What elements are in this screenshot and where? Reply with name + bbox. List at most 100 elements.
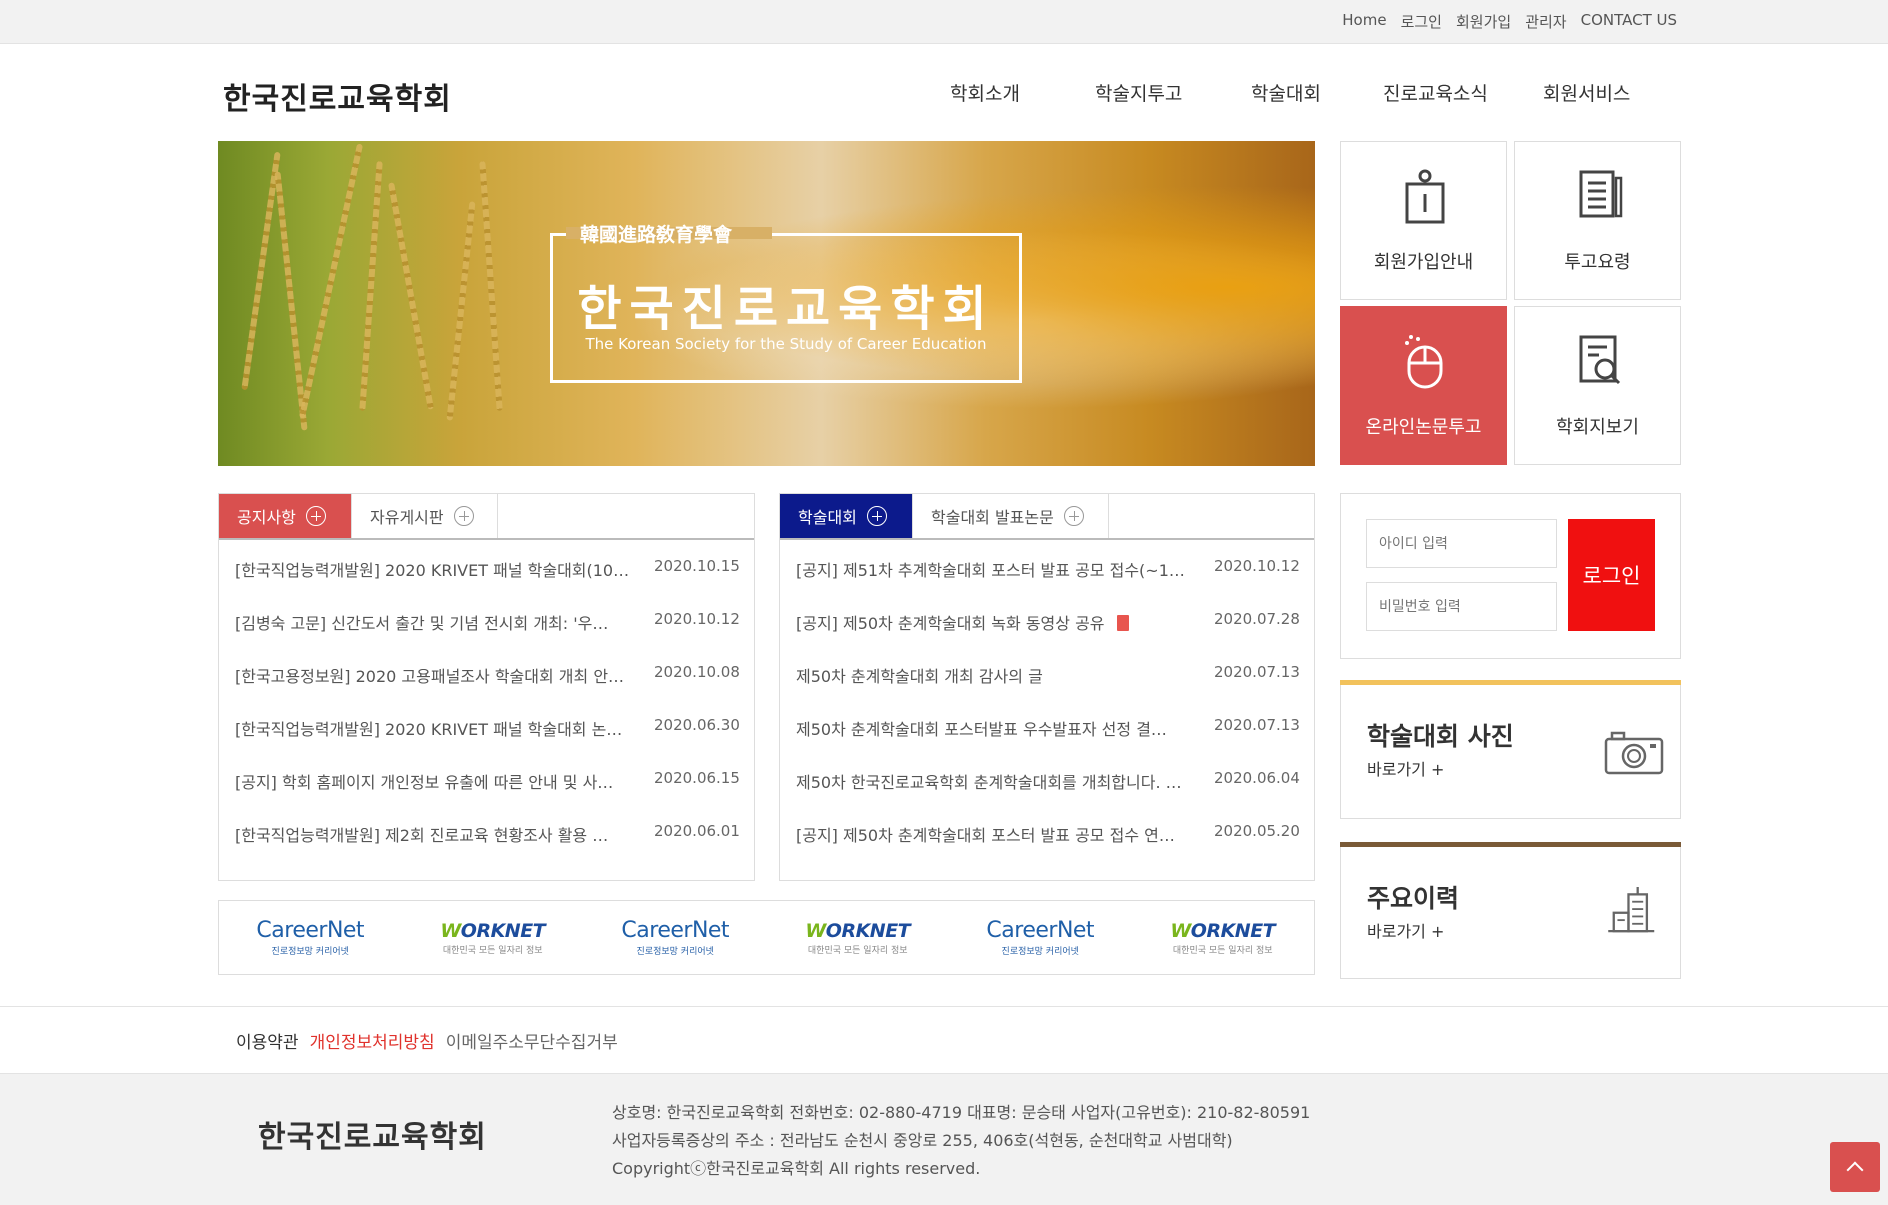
tab-label: 학술대회 [798,508,857,527]
mouse-icon [1405,335,1443,389]
accent-bar [1340,842,1681,847]
post-date: 2020.06.15 [654,769,740,787]
list-item[interactable]: 제50차 춘계학술대회 포스터발표 우수발표자 선정 결… 2020.07.13 [780,716,1314,769]
partner-banner-strip: CareerNet 진로정보망 커리어넷 WORKNET 대한민국 모든 일자리 정… [218,900,1315,975]
top-utility-bar: Home 로그인 회원가입 관리자 CONTACT US [0,0,1888,44]
partner-logo-worknet[interactable]: WORKNET 대한민국 모든 일자리 정보 [433,920,553,956]
list-item[interactable]: [한국직업능력개발원] 2020 KRIVET 패널 학술대회(10… 2020.… [219,557,754,610]
rice-stalk-decoration [359,161,383,411]
plus-circle-icon[interactable] [453,506,474,526]
link-email-refusal[interactable]: 이메일주소무단수집거부 [446,1028,618,1053]
tile-online-submission[interactable]: 온라인논문투고 [1340,306,1507,465]
building-icon [1608,887,1655,933]
site-logo[interactable]: 한국진로교육학회 [223,74,452,118]
person-info-icon [1405,169,1445,224]
tile-view-journal[interactable]: 학회지보기 [1514,306,1681,465]
list-item[interactable]: [한국고용정보원] 2020 고용패널조사 학술대회 개최 안… 2020.10.… [219,663,754,716]
partner-subtitle: 대한민국 모든 일자리 정보 [1172,945,1273,956]
post-date: 2020.10.12 [1214,557,1300,575]
list-item[interactable]: [김병숙 고문] 신간도서 출간 및 기념 전시회 개최: '우… 2020.10… [219,610,754,663]
list-item[interactable]: [공지] 제51차 추계학술대회 포스터 발표 공모 접수(~1… 2020.10… [780,557,1314,610]
post-title[interactable]: [공지] 제50차 춘계학술대회 포스터 발표 공모 접수 연… [780,822,1208,875]
post-title[interactable]: [공지] 학회 홈페이지 개인정보 유출에 따른 안내 및 사… [219,769,648,822]
shortcut-link[interactable]: 바로가기 + [1367,756,1444,780]
list-item[interactable]: [공지] 제50차 춘계학술대회 포스터 발표 공모 접수 연… 2020.05.… [780,822,1314,875]
partner-logo-worknet[interactable]: WORKNET 대한민국 모든 일자리 정보 [1163,920,1283,956]
tab-free-board[interactable]: 자유게시판 [352,494,498,538]
nav-item-about[interactable]: 학회소개 [950,79,1095,106]
notice-list: [한국직업능력개발원] 2020 KRIVET 패널 학술대회(10… 2020.… [219,557,754,875]
partner-subtitle: 진로정보망 커리어넷 [1001,947,1079,957]
conference-board-tabs: 학술대회 학술대회 발표논문 [780,494,1314,540]
util-link-home[interactable]: Home [1342,11,1386,32]
util-link-login[interactable]: 로그인 [1401,11,1442,32]
footer: 한국진로교육학회 상호명: 한국진로교육학회 전화번호: 02-880-4719… [0,1074,1888,1205]
shortcut-title: 주요이력 [1367,884,1460,913]
footer-logo: 한국진로교육학회 [258,1120,487,1155]
banner-title: 한국진로교육학회 [577,281,995,337]
shortcut-link[interactable]: 바로가기 + [1367,918,1444,942]
tab-notices[interactable]: 공지사항 [219,494,352,538]
nav-item-member-service[interactable]: 회원서비스 [1543,79,1653,106]
post-title[interactable]: [한국직업능력개발원] 2020 KRIVET 패널 학술대회(10… [219,557,648,610]
list-item[interactable]: 제50차 한국진로교육학회 춘계학술대회를 개최합니다. … 2020.06.04 [780,769,1314,822]
login-button[interactable]: 로그인 [1568,519,1655,631]
post-title[interactable]: 제50차 한국진로교육학회 춘계학술대회를 개최합니다. … [780,769,1208,822]
worknet-w-mark: W [440,919,461,942]
plus-circle-icon[interactable] [866,506,887,526]
nav-item-conference[interactable]: 학술대회 [1251,79,1383,106]
post-title[interactable]: [한국고용정보원] 2020 고용패널조사 학술대회 개최 안… [219,663,648,716]
tab-label: 자유게시판 [370,508,444,527]
post-title[interactable]: [김병숙 고문] 신간도서 출간 및 기념 전시회 개최: '우… [219,610,648,663]
list-item[interactable]: [공지] 제50차 춘계학술대회 녹화 동영상 공유 2020.07.28 [780,610,1314,663]
tile-membership-guide[interactable]: 회원가입안내 [1340,141,1507,300]
tile-label: 학회지보기 [1556,417,1639,438]
post-date: 2020.05.20 [1214,822,1300,840]
tab-conference-papers[interactable]: 학술대회 발표논문 [913,494,1109,538]
post-title[interactable]: [공지] 제51차 추계학술대회 포스터 발표 공모 접수(~1… [780,557,1208,610]
nav-item-career-news[interactable]: 진로교육소식 [1383,79,1543,106]
footer-links-bar: 이용약관 개인정보처리방침 이메일주소무단수집거부 [0,1006,1888,1074]
user-id-input[interactable] [1366,519,1557,568]
list-item[interactable]: [한국직업능력개발원] 제2회 진로교육 현황조사 활용 … 2020.06.01 [219,822,754,875]
worknet-w-mark: W [805,919,826,942]
partner-subtitle: 대한민국 모든 일자리 정보 [442,945,543,956]
post-title[interactable]: 제50차 춘계학술대회 포스터발표 우수발표자 선정 결… [780,716,1208,769]
footer-business-info: 상호명: 한국진로교육학회 전화번호: 02-880-4719 대표명: 문승태… [612,1103,1311,1122]
nav-item-journal-submission[interactable]: 학술지투고 [1095,79,1251,106]
util-link-contact[interactable]: CONTACT US [1581,11,1677,32]
partner-logo-careernet[interactable]: CareerNet 진로정보망 커리어넷 [615,918,735,957]
shortcut-history[interactable]: 주요이력 바로가기 + [1340,842,1681,979]
post-date: 2020.07.13 [1214,663,1300,681]
conference-board: 학술대회 학술대회 발표논문 [공지] 제51차 추계학술대회 포스터 발표 공… [779,493,1315,881]
partner-logo-careernet[interactable]: CareerNet 진로정보망 커리어넷 [980,918,1100,957]
partner-logo-careernet[interactable]: CareerNet 진로정보망 커리어넷 [250,918,370,957]
password-input[interactable] [1366,582,1557,631]
plus-circle-icon[interactable] [305,506,326,526]
footer-info: 상호명: 한국진로교육학회 전화번호: 02-880-4719 대표명: 문승태… [612,1099,1310,1183]
banner-hanja: 韓國進路敎育學會 [580,224,733,246]
tab-label: 공지사항 [237,508,296,527]
footer-links: 이용약관 개인정보처리방침 이메일주소무단수집거부 [236,1028,618,1053]
post-title[interactable]: 제50차 춘계학술대회 개최 감사의 글 [780,663,1208,716]
tab-conference[interactable]: 학술대회 [780,494,913,538]
post-title[interactable]: [공지] 제50차 춘계학술대회 녹화 동영상 공유 [780,610,1208,663]
plus-circle-icon[interactable] [1063,506,1084,526]
list-item[interactable]: 제50차 춘계학술대회 개최 감사의 글 2020.07.13 [780,663,1314,716]
partner-logo-worknet[interactable]: WORKNET 대한민국 모든 일자리 정보 [798,920,918,956]
shortcut-conference-photos[interactable]: 학술대회 사진 바로가기 + [1340,680,1681,819]
link-privacy-policy[interactable]: 개인정보처리방침 [310,1028,435,1053]
scroll-to-top-button[interactable] [1830,1142,1880,1192]
list-item[interactable]: [한국직업능력개발원] 2020 KRIVET 패널 학술대회 논… 2020.0… [219,716,754,769]
post-title[interactable]: [한국직업능력개발원] 2020 KRIVET 패널 학술대회 논… [219,716,648,769]
tile-submission-guide[interactable]: 투고요령 [1514,141,1681,300]
tile-label: 투고요령 [1564,252,1631,273]
link-terms[interactable]: 이용약관 [236,1028,299,1053]
post-title[interactable]: [한국직업능력개발원] 제2회 진로교육 현황조사 활용 … [219,822,648,875]
rice-stalk-decoration [298,143,364,419]
list-item[interactable]: [공지] 학회 홈페이지 개인정보 유출에 따른 안내 및 사… 2020.06.… [219,769,754,822]
partner-subtitle: 진로정보망 커리어넷 [636,947,714,957]
util-link-admin[interactable]: 관리자 [1525,11,1566,32]
util-link-signup[interactable]: 회원가입 [1456,11,1511,32]
partner-name: CareerNet [256,918,365,943]
